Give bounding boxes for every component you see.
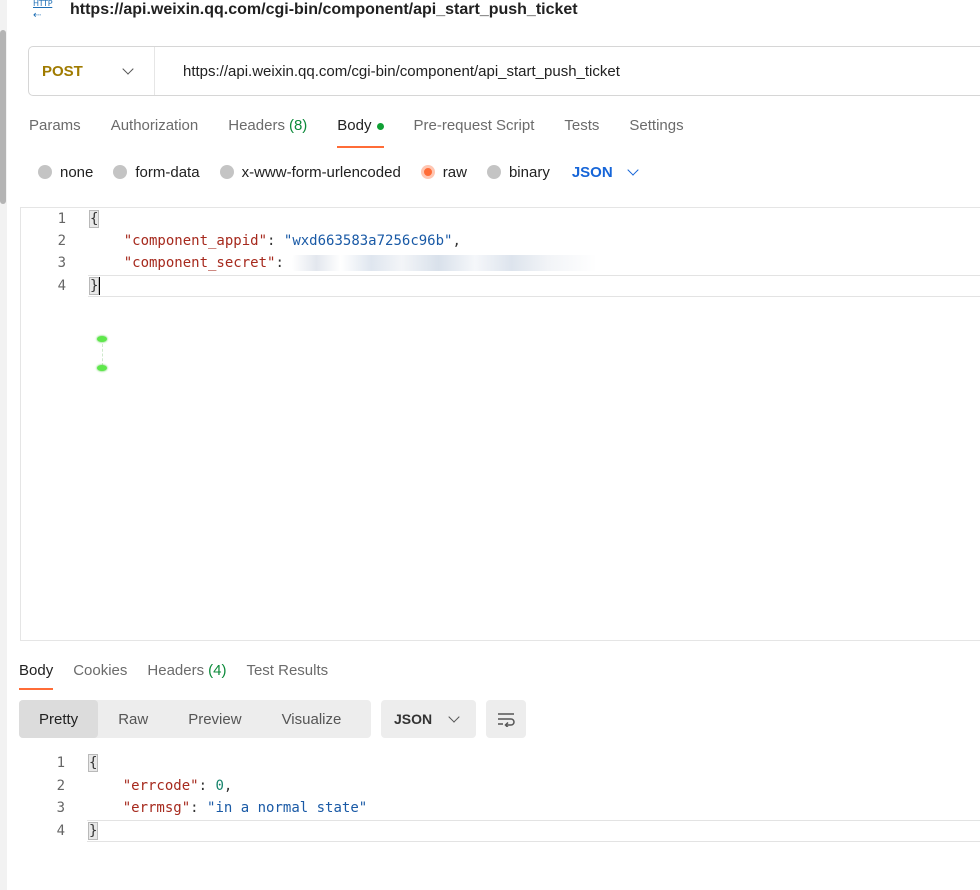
- json-key: "component_secret": [123, 255, 276, 271]
- chevron-down-icon: [122, 63, 134, 75]
- tab-body[interactable]: Body: [337, 114, 384, 148]
- tab-settings[interactable]: Settings: [629, 114, 683, 148]
- tab-tests[interactable]: Tests: [564, 114, 599, 148]
- view-pretty-button[interactable]: Pretty: [19, 700, 99, 738]
- response-format-select[interactable]: JSON: [381, 700, 476, 738]
- json-string-value: "wxd663583a7256c96b": [283, 233, 453, 249]
- tab-authorization[interactable]: Authorization: [111, 114, 199, 148]
- radio-dot: [113, 165, 128, 179]
- green-marker-icon: [97, 336, 107, 342]
- line-number: 3: [57, 255, 66, 271]
- response-view-modes: Pretty Raw Preview Visualize: [19, 700, 371, 738]
- active-line-highlight: [88, 275, 980, 297]
- radio-dot: [219, 165, 234, 179]
- line-number: 1: [57, 211, 66, 227]
- redacted-secret-value: [291, 255, 597, 271]
- radio-dot-selected: [420, 165, 435, 179]
- url-bar: POST https://api.weixin.qq.com/cgi-bin/c…: [28, 46, 980, 96]
- code-line: 4 }: [21, 275, 100, 297]
- line-number: 4: [56, 823, 65, 839]
- response-tab-test-results[interactable]: Test Results: [246, 660, 328, 690]
- line-number: 1: [56, 755, 65, 771]
- line-number: 4: [57, 278, 66, 294]
- tab-params[interactable]: Params: [29, 114, 81, 148]
- wrap-lines-button[interactable]: [486, 700, 526, 738]
- body-format-select[interactable]: JSON: [572, 164, 639, 181]
- json-key: "errcode": [122, 778, 199, 794]
- code-line: 2 "errcode": 0,: [20, 775, 233, 797]
- code-line: 3 "errmsg": "in a normal state": [20, 797, 368, 819]
- code-line: 4 }: [20, 820, 99, 842]
- body-type-options: none form-data x-www-form-urlencoded raw…: [38, 160, 639, 184]
- response-tab-headers[interactable]: Headers (4): [147, 660, 226, 690]
- method-select[interactable]: POST: [29, 47, 155, 95]
- chevron-down-icon: [448, 711, 460, 723]
- chevron-down-icon: [627, 164, 639, 176]
- body-modified-dot: [376, 123, 384, 130]
- radio-dot: [38, 165, 52, 179]
- line-number: 2: [56, 778, 65, 794]
- line-number: 2: [57, 233, 66, 249]
- url-input[interactable]: https://api.weixin.qq.com/cgi-bin/compon…: [155, 63, 620, 80]
- radio-raw[interactable]: raw: [420, 164, 467, 181]
- code-line: 1 {: [21, 208, 100, 230]
- json-key: "component_appid": [123, 233, 268, 249]
- close-brace: }: [88, 277, 100, 295]
- response-headers-count: (4): [208, 662, 227, 679]
- response-body-viewer[interactable]: 1 { 2 "errcode": 0, 3 "errmsg": "in a no…: [20, 752, 980, 852]
- view-visualize-button[interactable]: Visualize: [262, 700, 362, 738]
- marker-connector: [102, 344, 104, 366]
- response-tabs: Body Cookies Headers (4) Test Results: [19, 660, 348, 690]
- json-key: "errmsg": [122, 800, 191, 816]
- request-tabs: Params Authorization Headers (8) Body Pre…: [29, 114, 714, 148]
- open-brace: {: [88, 210, 100, 228]
- code-line: 3 "component_secret":: [21, 252, 597, 274]
- tab-pre-request-script[interactable]: Pre-request Script: [414, 114, 535, 148]
- request-title-row: HTTP ⇠ https://api.weixin.qq.com/cgi-bin…: [33, 0, 578, 21]
- close-brace: }: [87, 822, 99, 840]
- green-marker-icon: [97, 365, 107, 371]
- text-cursor: [98, 277, 100, 295]
- tab-headers[interactable]: Headers (8): [228, 114, 307, 148]
- line-highlight: [87, 820, 980, 842]
- response-tab-cookies[interactable]: Cookies: [73, 660, 127, 690]
- json-number-value: 0: [215, 778, 224, 794]
- wrap-lines-icon: [498, 713, 515, 727]
- code-line: 2 "component_appid": "wxd663583a7256c96b…: [21, 230, 461, 252]
- http-request-icon: HTTP ⇠: [33, 0, 53, 21]
- code-line: 1 {: [20, 752, 99, 774]
- method-label: POST: [42, 62, 83, 80]
- line-number: 3: [56, 800, 65, 816]
- left-scrollbar-thumb[interactable]: [0, 30, 6, 204]
- response-tab-body[interactable]: Body: [19, 660, 54, 690]
- request-body-editor[interactable]: 1 { 2 "component_appid": "wxd663583a7256…: [20, 207, 980, 641]
- json-string-value: "in a normal state": [207, 800, 368, 816]
- view-raw-button[interactable]: Raw: [98, 700, 168, 738]
- radio-form-data[interactable]: form-data: [113, 164, 200, 181]
- radio-x-www-form-urlencoded[interactable]: x-www-form-urlencoded: [219, 164, 401, 181]
- radio-binary[interactable]: binary: [486, 164, 550, 181]
- request-title[interactable]: https://api.weixin.qq.com/cgi-bin/compon…: [70, 1, 578, 19]
- open-brace: {: [87, 754, 99, 772]
- headers-count: (8): [288, 117, 308, 134]
- view-preview-button[interactable]: Preview: [168, 700, 261, 738]
- radio-dot: [486, 165, 501, 179]
- radio-none[interactable]: none: [38, 164, 93, 181]
